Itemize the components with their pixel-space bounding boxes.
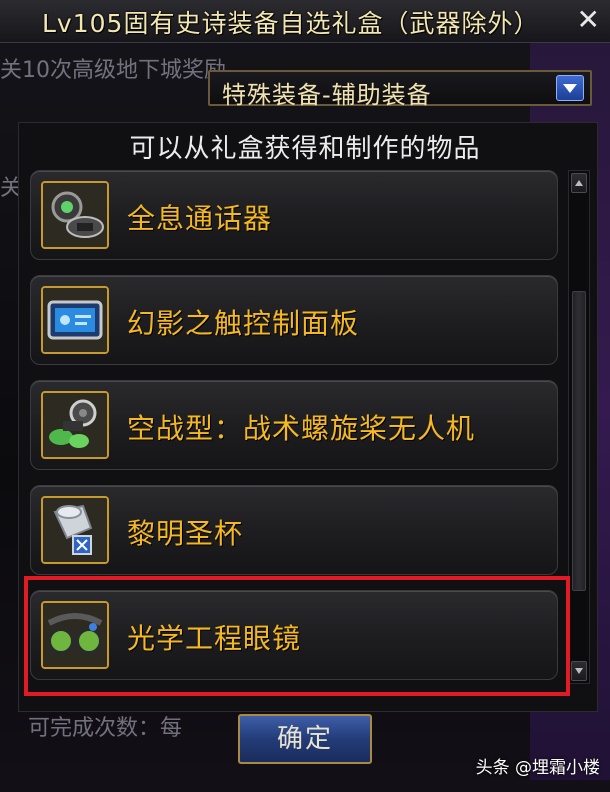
grail-icon <box>41 496 109 564</box>
watermark: 头条 @埋霜小楼 <box>475 758 600 778</box>
chevron-down-scroll-icon[interactable] <box>571 661 587 681</box>
list-scrollbar[interactable] <box>568 170 590 684</box>
dropdown-selected-value: 特殊装备-辅助装备 <box>222 81 432 109</box>
chevron-up-icon[interactable] <box>571 173 587 193</box>
chevron-down-icon[interactable] <box>556 75 584 101</box>
list-item-dawn-grail[interactable]: 黎明圣杯 <box>30 485 558 575</box>
item-label: 幻影之触控制面板 <box>127 307 360 340</box>
category-dropdown[interactable]: 特殊装备-辅助装备 <box>208 70 592 109</box>
highlight-annotation <box>24 576 570 696</box>
list-heading: 可以从礼盒获得和制作的物品 <box>129 134 481 164</box>
item-label: 黎明圣杯 <box>127 517 244 550</box>
list-item-drone[interactable]: 空战型：战术螺旋桨无人机 <box>30 380 558 470</box>
control-panel-icon <box>41 286 109 354</box>
window-title: Lv105固有史诗装备自选礼盒（武器除外） <box>42 9 540 38</box>
scrollbar-thumb[interactable] <box>572 291 586 591</box>
background-text-reward: 关10次高级地下城奖励 <box>0 58 226 83</box>
item-label: 全息通话器 <box>127 202 273 235</box>
drone-icon <box>41 391 109 459</box>
list-item-holo-phone[interactable]: 全息通话器 <box>30 170 558 260</box>
confirm-button[interactable]: 确定 <box>238 714 372 764</box>
background-text-count: 可完成次数：每 <box>28 716 183 741</box>
title-bar: Lv105固有史诗装备自选礼盒（武器除外） ✕ <box>0 0 610 43</box>
close-icon[interactable]: ✕ <box>577 4 600 36</box>
item-label: 空战型：战术螺旋桨无人机 <box>127 412 476 445</box>
list-item-phantom-panel[interactable]: 幻影之触控制面板 <box>30 275 558 365</box>
headset-device-icon <box>41 181 109 249</box>
